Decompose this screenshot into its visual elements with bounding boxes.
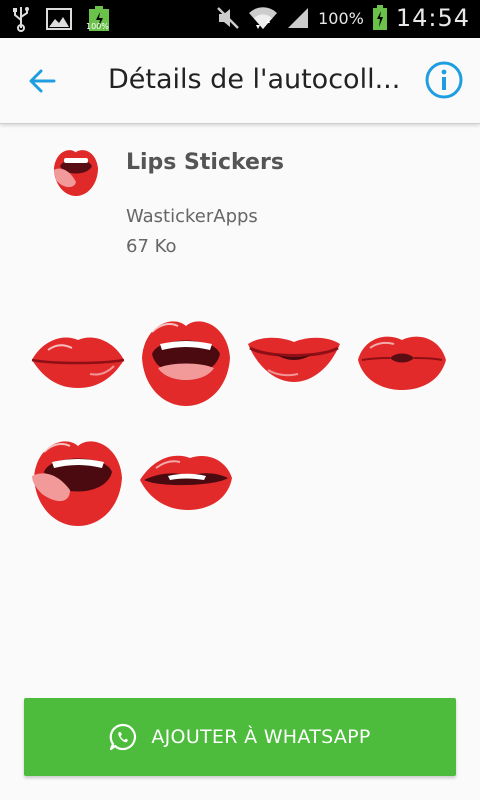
pack-size: 67 Ko <box>126 236 177 257</box>
battery-percent: 100% <box>318 8 364 28</box>
status-bar: 100% 100% 14:54 <box>0 0 480 38</box>
sticker-lips-closed[interactable] <box>30 330 126 390</box>
whatsapp-icon <box>110 723 137 751</box>
app-bar: Détails de l'autocoll... <box>0 38 480 124</box>
clock: 14:54 <box>395 4 470 32</box>
image-icon <box>46 8 72 30</box>
pack-author: WastickerApps <box>126 206 258 227</box>
info-icon <box>425 61 463 99</box>
sticker-lips-open-mouth[interactable] <box>138 312 234 408</box>
arrow-left-icon <box>29 69 56 93</box>
sticker-lips-tongue[interactable] <box>30 432 126 528</box>
page-title: Détails de l'autocoll... <box>108 64 401 95</box>
signal-icon <box>288 8 309 28</box>
sticker-lips-kiss[interactable] <box>354 328 450 392</box>
add-button-label: AJOUTER À WHATSAPP <box>151 726 371 748</box>
pack-name: Lips Stickers <box>126 150 284 175</box>
mute-icon <box>217 7 239 29</box>
battery-icon <box>372 5 387 30</box>
pack-tray-icon <box>54 147 98 196</box>
info-button[interactable] <box>424 60 464 100</box>
back-button[interactable] <box>22 62 62 102</box>
sticker-lips-bite[interactable] <box>138 450 234 512</box>
wifi-icon <box>249 7 278 29</box>
usb-icon <box>13 7 29 32</box>
sticker-lips-smile[interactable] <box>246 334 342 386</box>
small-battery-pct: 100% <box>86 22 109 31</box>
add-to-whatsapp-button[interactable]: AJOUTER À WHATSAPP <box>24 698 456 776</box>
